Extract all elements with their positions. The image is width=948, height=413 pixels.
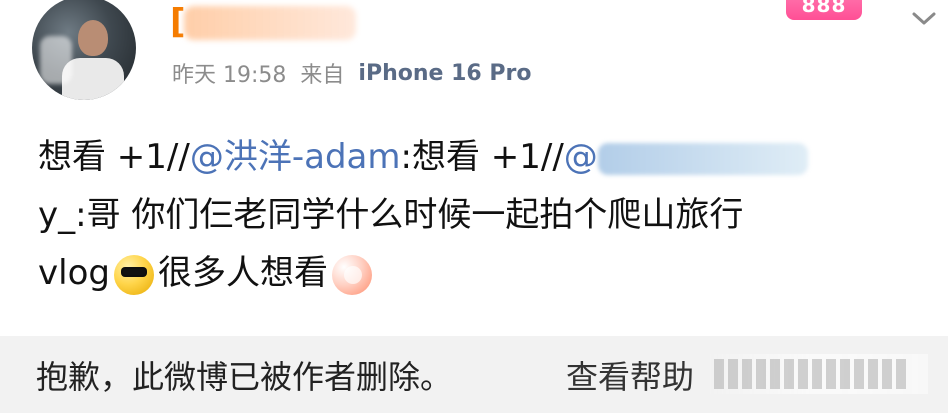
help-link[interactable]: 查看帮助 — [566, 352, 694, 398]
post-time: 昨天 19:58 — [172, 63, 287, 88]
avatar-blur — [40, 36, 72, 84]
deleted-notice-bar: 抱歉，此微博已被作者删除。 查看帮助 — [0, 336, 948, 413]
content-line-3: vlog 很多人想看 — [38, 244, 918, 302]
chevron-down-icon[interactable] — [910, 8, 938, 28]
vip-badge: 888 — [786, 0, 862, 20]
watermark-logo — [706, 354, 928, 394]
post-device: iPhone 16 Pro — [358, 60, 532, 86]
content-line-1: 想看 +1//@洪洋-adam:想看 +1//@ — [38, 128, 918, 186]
sunglasses-emoji-icon — [113, 254, 154, 295]
avatar[interactable] — [32, 0, 136, 100]
post-content: 想看 +1//@洪洋-adam:想看 +1//@ y_:哥 你们仨老同学什么时候… — [38, 128, 918, 302]
mention-2[interactable]: @ — [564, 137, 598, 177]
post-source-label: 来自 — [300, 63, 345, 88]
mention-1[interactable]: @洪洋-adam — [190, 137, 401, 177]
main-text-line-3: 很多人想看 — [157, 253, 328, 293]
repost-text-1: 想看 +1// — [38, 137, 190, 177]
main-text-vlog: vlog — [38, 253, 110, 293]
fan-emoji-icon — [331, 254, 372, 295]
repost-text-2: :想看 +1// — [400, 137, 564, 177]
post-header: [ 888 昨天 19:58 来自 iPhone 16 Pro — [0, 0, 948, 110]
main-text-line-2: y_:哥 你们仨老同学什么时候一起拍个爬山旅行 — [38, 195, 744, 235]
deleted-notice-text: 抱歉，此微博已被作者删除。 — [36, 358, 453, 396]
avatar-face — [78, 20, 108, 56]
mention-2-redaction — [597, 142, 808, 175]
content-line-2: y_:哥 你们仨老同学什么时候一起拍个爬山旅行 — [38, 186, 918, 244]
post-meta: 昨天 19:58 来自 iPhone 16 Pro — [172, 56, 531, 90]
username-redaction — [184, 6, 356, 40]
